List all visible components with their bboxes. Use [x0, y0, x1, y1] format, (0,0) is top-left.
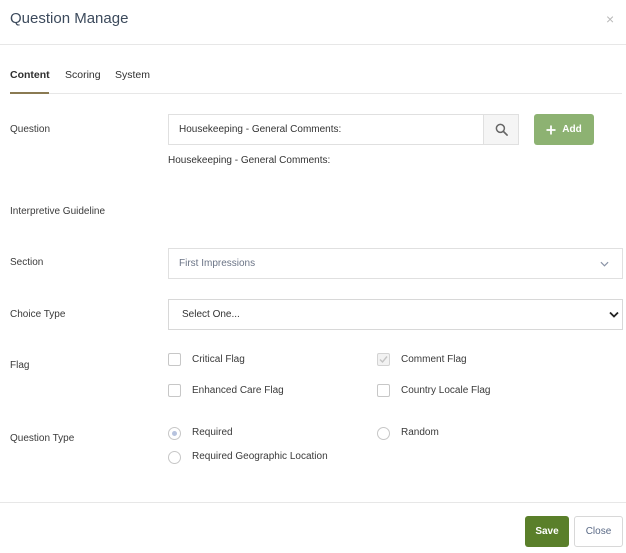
close-icon[interactable]: × [606, 11, 614, 27]
header-divider [0, 44, 626, 45]
country-locale-flag-label: Country Locale Flag [401, 385, 491, 396]
check-icon [379, 356, 388, 364]
search-button[interactable] [483, 114, 519, 145]
choice-type-select[interactable]: Select One... [168, 299, 623, 330]
critical-flag-label: Critical Flag [192, 354, 245, 365]
critical-flag-checkbox[interactable] [168, 353, 181, 366]
required-radio[interactable] [168, 427, 181, 440]
section-select-value: First Impressions [179, 258, 256, 269]
tab-scoring[interactable]: Scoring [65, 69, 101, 81]
required-radio-label: Required [192, 427, 233, 438]
random-radio-label: Random [401, 427, 439, 438]
chevron-down-icon [609, 311, 619, 318]
country-locale-flag-checkbox[interactable] [377, 384, 390, 397]
tabs-divider [10, 93, 622, 94]
question-preview: Housekeeping - General Comments: [168, 155, 331, 166]
add-button[interactable]: Add [534, 114, 594, 145]
choice-type-label: Choice Type [10, 309, 66, 320]
question-input[interactable]: Housekeeping - General Comments: [168, 114, 484, 145]
close-button[interactable]: Close [574, 516, 623, 547]
question-input-value: Housekeeping - General Comments: [179, 124, 342, 135]
add-button-label: Add [562, 124, 582, 135]
tab-system[interactable]: System [115, 69, 150, 81]
plus-icon [546, 125, 556, 134]
section-select[interactable]: First Impressions [168, 248, 623, 279]
enhanced-care-flag-label: Enhanced Care Flag [192, 385, 284, 396]
section-label: Section [10, 257, 44, 268]
tab-content[interactable]: Content [10, 69, 50, 81]
active-tab-indicator [10, 92, 49, 94]
flag-label: Flag [10, 360, 30, 371]
question-label: Question [10, 124, 51, 135]
footer-divider [0, 502, 626, 503]
question-type-label: Question Type [10, 433, 75, 444]
comment-flag-label: Comment Flag [401, 354, 467, 365]
required-geographic-location-radio[interactable] [168, 451, 181, 464]
required-geographic-location-label: Required Geographic Location [192, 451, 328, 462]
random-radio[interactable] [377, 427, 390, 440]
choice-type-select-value: Select One... [182, 309, 240, 320]
dialog-title: Question Manage [10, 10, 129, 27]
chevron-down-icon [600, 261, 609, 267]
comment-flag-checkbox[interactable] [377, 353, 390, 366]
search-icon [495, 123, 508, 136]
save-button[interactable]: Save [525, 516, 569, 547]
enhanced-care-flag-checkbox[interactable] [168, 384, 181, 397]
guideline-label: Interpretive Guideline [10, 206, 106, 217]
